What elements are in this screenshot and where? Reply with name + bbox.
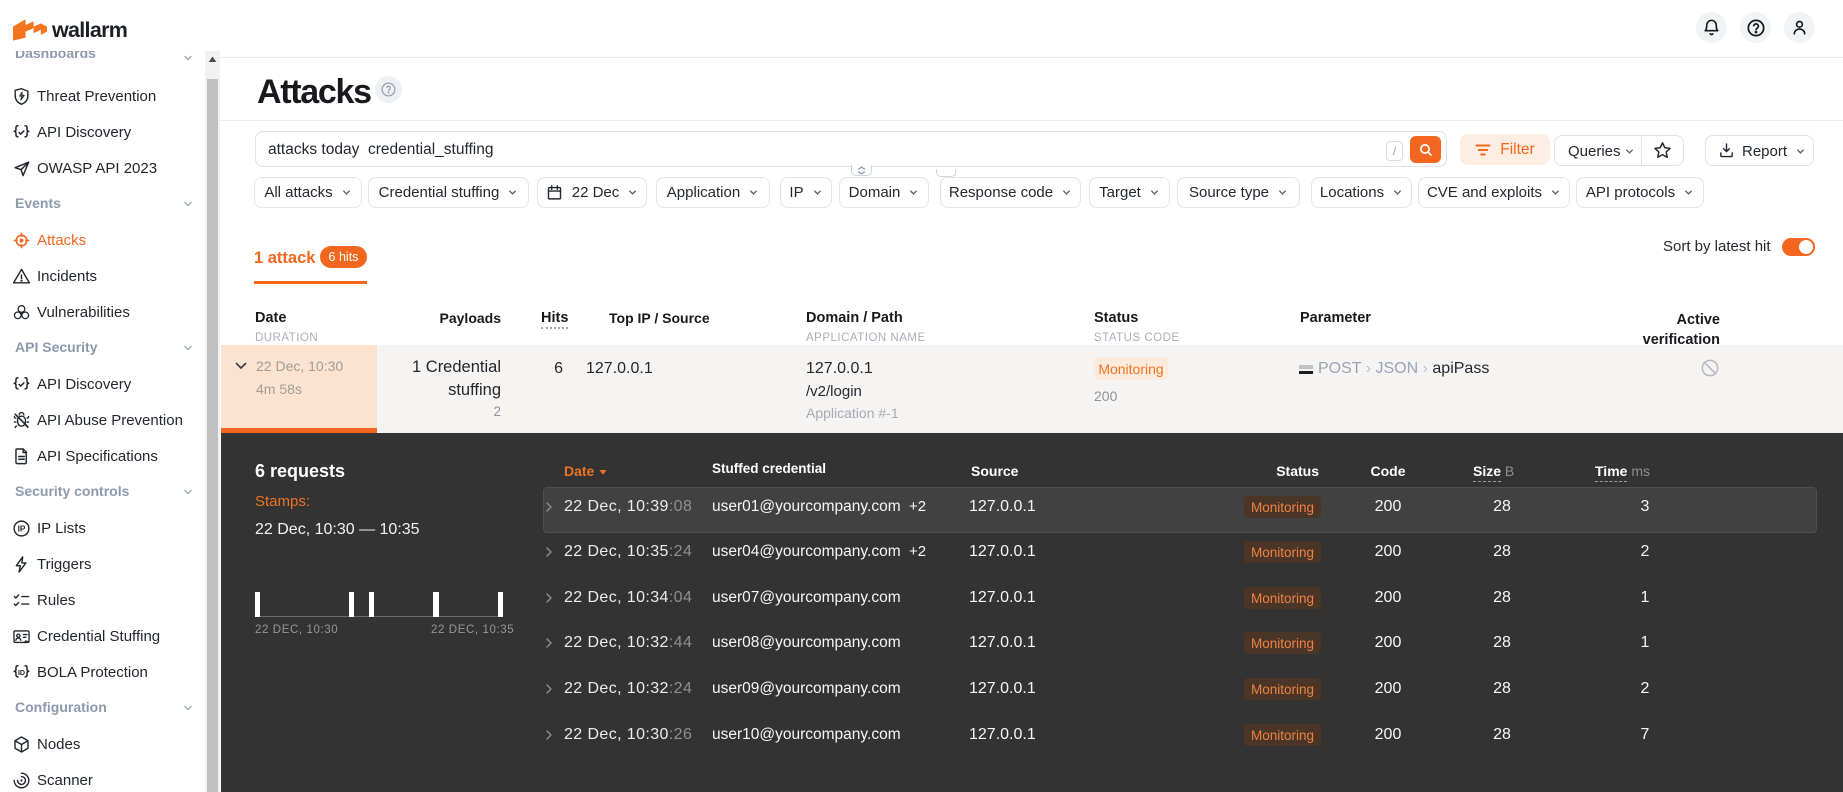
svg-text:ID: ID xyxy=(18,669,25,677)
svg-text:IP: IP xyxy=(18,523,26,533)
